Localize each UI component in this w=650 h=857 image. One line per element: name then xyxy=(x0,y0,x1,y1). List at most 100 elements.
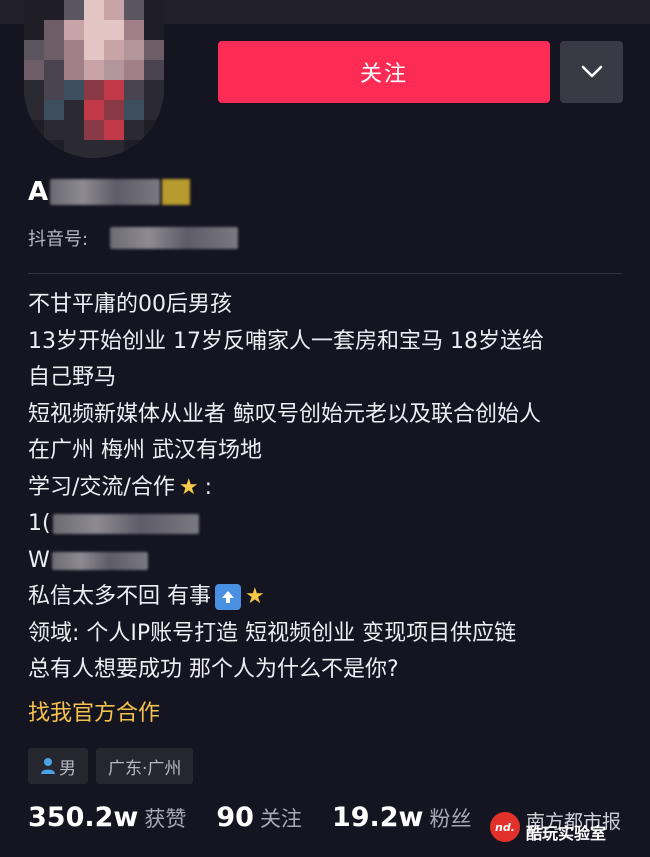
avatar-mosaic-cell xyxy=(124,100,144,120)
avatar-mosaic-cell xyxy=(64,20,84,40)
bio-line: 不甘平庸的00后男孩 xyxy=(28,292,232,317)
more-options-button[interactable] xyxy=(560,41,623,103)
avatar-mosaic-cell xyxy=(84,40,104,60)
nickname-visible-char: A xyxy=(28,177,49,207)
avatar-mosaic-cell xyxy=(144,120,164,140)
avatar-mosaic-cell xyxy=(104,60,124,80)
avatar-mosaic-cell xyxy=(144,40,164,60)
avatar-mosaic-cell xyxy=(104,140,124,158)
bio-line-contact: 学习/交流/合作 ★ : xyxy=(28,470,628,507)
avatar-mosaic xyxy=(24,0,164,158)
avatar-mosaic-cell xyxy=(84,100,104,120)
avatar-mosaic-cell xyxy=(84,60,104,80)
avatar-mosaic-cell xyxy=(64,40,84,60)
bio-line-phone: 1( xyxy=(28,506,628,543)
avatar-mosaic-cell xyxy=(84,140,104,158)
profile-stats: 350.2w 获赞 90 关注 19.2w 粉丝 xyxy=(28,802,502,833)
avatar-mosaic-cell xyxy=(104,40,124,60)
avatar-mosaic-cell xyxy=(104,100,124,120)
follow-button[interactable]: 关注 xyxy=(218,41,550,103)
chevron-down-icon xyxy=(581,65,602,78)
avatar-mosaic-cell xyxy=(24,140,44,158)
avatar-mosaic-cell xyxy=(84,120,104,140)
wechat-prefix: W xyxy=(28,547,50,573)
nickname-redacted xyxy=(50,179,161,205)
avatar-mosaic-cell xyxy=(64,60,84,80)
avatar-mosaic-cell xyxy=(24,100,44,120)
likes-count: 350.2w xyxy=(28,802,139,833)
bio-line-wechat: W xyxy=(28,543,628,580)
dm-text: 私信太多不回 有事 xyxy=(28,584,211,609)
location-tag: 广东·广州 xyxy=(96,748,194,784)
phone-redacted xyxy=(52,514,199,535)
profile-tags: 男 广东·广州 xyxy=(28,748,194,784)
location-label: 广东·广州 xyxy=(108,758,182,779)
avatar-mosaic-cell xyxy=(144,60,164,80)
douyin-id-label: 抖音号: xyxy=(28,229,89,250)
bio-line: 总有人想要成功 那个人为什么不是你? xyxy=(28,657,399,682)
watermark-text: 南方都市报 酷玩实验室 xyxy=(526,812,621,843)
followers-count[interactable]: 19.2w xyxy=(332,802,424,833)
followers-label[interactable]: 粉丝 xyxy=(430,803,472,833)
avatar-mosaic-cell xyxy=(124,120,144,140)
douyin-id: 抖音号: xyxy=(28,225,239,251)
avatar-mosaic-cell xyxy=(24,20,44,40)
watermark-logo: nd. xyxy=(490,812,520,842)
avatar-mosaic-cell xyxy=(124,0,144,20)
bio-line: 13岁开始创业 17岁反哺家人一套房和宝马 18岁送给 xyxy=(28,328,544,354)
avatar-mosaic-cell xyxy=(104,20,124,40)
avatar-mosaic-cell xyxy=(124,60,144,80)
avatar-mosaic-cell xyxy=(24,120,44,140)
avatar-mosaic-cell xyxy=(44,120,64,140)
avatar-mosaic-cell xyxy=(24,40,44,60)
watermark: nd. 南方都市报 酷玩实验室 xyxy=(490,812,621,842)
following-label[interactable]: 关注 xyxy=(260,803,302,833)
avatar-mosaic-cell xyxy=(104,120,124,140)
avatar-mosaic-cell xyxy=(24,60,44,80)
avatar-mosaic-cell xyxy=(44,100,64,120)
avatar-mosaic-cell xyxy=(64,100,84,120)
avatar-mosaic-cell xyxy=(144,80,164,100)
avatar-mosaic-cell xyxy=(64,80,84,100)
watermark-line2: 酷玩实验室 xyxy=(526,823,607,843)
avatar-mosaic-cell xyxy=(44,0,64,20)
nickname: A xyxy=(28,174,191,210)
avatar-mosaic-cell xyxy=(84,20,104,40)
gender-tag: 男 xyxy=(28,748,88,784)
avatar-mosaic-cell xyxy=(144,100,164,120)
avatar-mosaic-cell xyxy=(64,140,84,158)
avatar-mosaic-cell xyxy=(24,80,44,100)
divider xyxy=(28,273,622,274)
avatar-mosaic-cell xyxy=(64,0,84,20)
gender-label: 男 xyxy=(59,758,76,779)
likes-label: 获赞 xyxy=(144,807,187,831)
contact-label: 学习/交流/合作 xyxy=(28,474,175,500)
avatar-mosaic-cell xyxy=(24,0,44,20)
avatar-mosaic-cell xyxy=(144,0,164,20)
avatar-mosaic-cell xyxy=(144,140,164,158)
avatar-mosaic-cell xyxy=(124,140,144,158)
up-arrow-icon xyxy=(215,584,241,611)
avatar-mosaic-cell xyxy=(84,80,104,100)
contact-colon: : xyxy=(204,474,212,500)
star-icon: ★ xyxy=(178,474,199,500)
avatar-mosaic-cell xyxy=(84,0,104,20)
wechat-redacted xyxy=(51,551,148,570)
avatar-mosaic-cell xyxy=(104,80,124,100)
person-icon xyxy=(41,758,55,774)
bio: 不甘平庸的00后男孩 13岁开始创业 17岁反哺家人一套房和宝马 18岁送给 自… xyxy=(28,287,628,689)
avatar-mosaic-cell xyxy=(44,80,64,100)
bio-line: 领域: 个人IP账号打造 短视频创业 变现项目供应链 xyxy=(28,620,517,646)
avatar-mosaic-cell xyxy=(144,20,164,40)
avatar-mosaic-cell xyxy=(44,20,64,40)
official-cooperation-link[interactable]: 找我官方合作 xyxy=(28,695,160,727)
avatar-mosaic-cell xyxy=(104,0,124,20)
avatar-mosaic-cell xyxy=(44,140,64,158)
avatar-mosaic-cell xyxy=(124,20,144,40)
avatar-mosaic-cell xyxy=(44,60,64,80)
avatar-mosaic-cell xyxy=(124,80,144,100)
following-count[interactable]: 90 xyxy=(216,802,254,833)
avatar[interactable] xyxy=(24,0,164,158)
star-icon: ★ xyxy=(245,584,265,609)
avatar-mosaic-cell xyxy=(124,40,144,60)
